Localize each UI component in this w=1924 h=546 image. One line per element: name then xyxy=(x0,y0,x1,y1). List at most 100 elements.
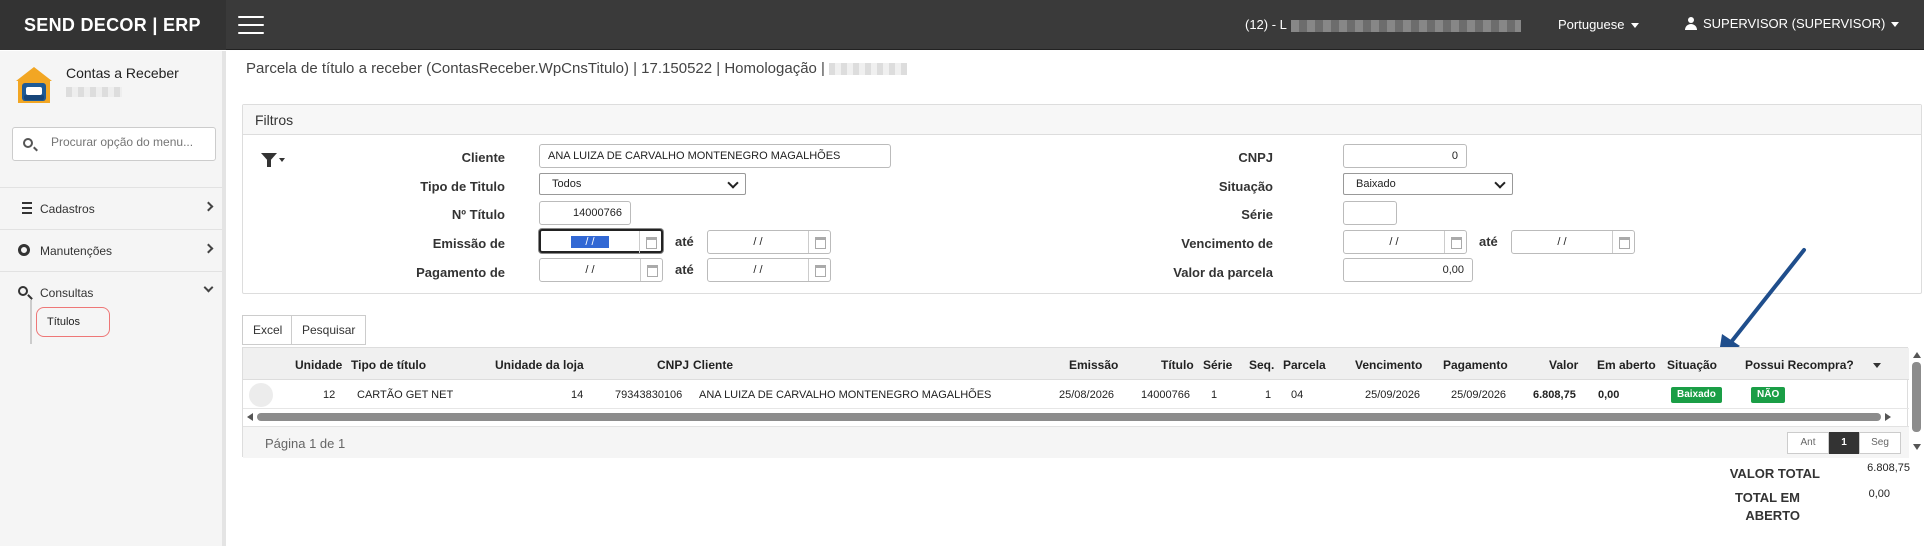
col-emissao[interactable]: Emissão xyxy=(1069,358,1118,372)
col-unidade-loja[interactable]: Unidade da loja xyxy=(495,358,584,372)
brand-title[interactable]: SEND DECOR | ERP xyxy=(0,0,226,50)
vencimento-ate-field[interactable]: / / xyxy=(1511,230,1635,254)
situacao-label: Situação xyxy=(1218,179,1273,194)
vertical-scrollbar[interactable] xyxy=(1912,362,1921,432)
sidebar: Contas a Receber Cadastros Manutenções C… xyxy=(0,51,226,546)
valor-total-label: VALOR TOTAL xyxy=(1729,466,1820,481)
scroll-up-icon[interactable] xyxy=(1913,352,1921,358)
pager-page-button[interactable]: 1 xyxy=(1829,432,1859,454)
grid-header: Unidade Tipo de título Unidade da loja C… xyxy=(243,348,1909,380)
horizontal-scrollbar[interactable] xyxy=(257,413,1881,421)
sidebar-item-label: Consultas xyxy=(40,286,94,300)
pager-prev-button[interactable]: Ant xyxy=(1787,432,1829,454)
pagamento-ate-value: / / xyxy=(753,264,763,276)
list-icon xyxy=(18,202,32,214)
row-view-button[interactable] xyxy=(249,383,273,407)
excel-button[interactable]: Excel xyxy=(242,315,294,345)
calendar-icon[interactable] xyxy=(640,259,662,281)
cell-unidade: 12 xyxy=(323,389,336,401)
calendar-icon[interactable] xyxy=(808,231,830,253)
col-cnpj[interactable]: CNPJ xyxy=(657,358,689,372)
language-selector[interactable]: Portuguese xyxy=(1558,17,1639,32)
sidebar-item-label: Cadastros xyxy=(40,202,95,216)
numero-titulo-field[interactable]: 14000766 xyxy=(539,201,631,225)
col-serie[interactable]: Série xyxy=(1203,358,1232,372)
calendar-icon[interactable] xyxy=(1444,231,1466,253)
pagamento-ate-field[interactable]: / / xyxy=(707,258,831,282)
cliente-field[interactable]: ANA LUIZA DE CARVALHO MONTENEGRO MAGALHÕ… xyxy=(539,144,891,168)
pager-next-button[interactable]: Seg xyxy=(1859,432,1901,454)
menu-search-input[interactable] xyxy=(51,135,209,149)
calendar-icon[interactable] xyxy=(808,259,830,281)
sidebar-item-manutencoes[interactable]: Manutenções xyxy=(0,229,226,271)
col-valor[interactable]: Valor xyxy=(1549,358,1578,372)
cell-tipo: CARTÃO GET NET xyxy=(357,389,454,401)
sidebar-item-label: Manutenções xyxy=(40,244,113,258)
col-titulo[interactable]: Título xyxy=(1161,358,1194,372)
page-info: Página 1 de 1 xyxy=(265,436,346,451)
filters-title: Filtros xyxy=(243,105,1921,135)
emissao-ate-field[interactable]: / / xyxy=(707,230,831,254)
hamburger-icon[interactable] xyxy=(238,16,264,34)
cell-valor: 6.808,75 xyxy=(1533,389,1576,401)
magnifier-icon xyxy=(18,286,28,296)
col-parcela[interactable]: Parcela xyxy=(1283,358,1326,372)
valor-parcela-label: Valor da parcela xyxy=(1173,265,1273,280)
cnpj-label: CNPJ xyxy=(1238,150,1273,165)
status-badge: Baixado xyxy=(1671,387,1722,403)
col-possui-recompra[interactable]: Possui Recompra? xyxy=(1745,358,1854,372)
cell-seq: 1 xyxy=(1265,389,1272,401)
cnpj-field[interactable]: 0 xyxy=(1343,144,1467,168)
emissao-de-field[interactable]: / / xyxy=(539,229,663,253)
search-button[interactable]: Pesquisar xyxy=(291,315,367,345)
col-situacao[interactable]: Situação xyxy=(1667,358,1717,372)
company-selector[interactable]: (12) - L xyxy=(1245,17,1521,32)
col-vencimento[interactable]: Vencimento xyxy=(1355,358,1422,372)
total-aberto-label-line1: TOTAL EM xyxy=(1735,490,1800,505)
col-seq[interactable]: Seq. xyxy=(1249,358,1274,372)
scroll-down-icon[interactable] xyxy=(1913,444,1921,450)
valor-parcela-field[interactable]: 0,00 xyxy=(1343,258,1473,282)
sidebar-item-consultas[interactable]: Consultas xyxy=(0,271,226,313)
col-pagamento[interactable]: Pagamento xyxy=(1443,358,1508,372)
sidebar-scrollbar[interactable] xyxy=(222,51,226,546)
cell-serie: 1 xyxy=(1211,389,1218,401)
cell-cnpj: 79343830106 xyxy=(615,389,683,401)
search-icon xyxy=(23,138,33,148)
emissao-ate-label: até xyxy=(675,234,694,249)
cell-pagamento: 25/09/2026 xyxy=(1451,389,1507,401)
col-cliente[interactable]: Cliente xyxy=(693,358,733,372)
menu-search[interactable] xyxy=(12,127,216,161)
module-subtitle-redacted xyxy=(66,87,122,97)
cell-emissao: 25/08/2026 xyxy=(1059,389,1115,401)
serie-field[interactable] xyxy=(1343,201,1397,225)
sidebar-item-cadastros[interactable]: Cadastros xyxy=(0,187,226,229)
cell-unidade-loja: 14 xyxy=(571,389,584,401)
sort-caret-icon[interactable] xyxy=(1873,363,1881,368)
filter-icon[interactable] xyxy=(261,153,287,169)
emissao-label: Emissão de xyxy=(432,236,505,251)
tipo-titulo-select[interactable]: Todos xyxy=(539,173,746,195)
col-unidade[interactable]: Unidade xyxy=(295,358,342,372)
situacao-select[interactable]: Baixado xyxy=(1343,173,1513,195)
scroll-left-icon[interactable] xyxy=(247,413,253,421)
module-title: Contas a Receber xyxy=(66,65,179,81)
table-row[interactable]: 12 CARTÃO GET NET 14 79343830106 ANA LUI… xyxy=(243,381,1909,409)
sidebar-subitem-titulos[interactable]: Títulos xyxy=(36,307,110,337)
vencimento-label: Vencimento de xyxy=(1181,236,1273,251)
vencimento-de-field[interactable]: / / xyxy=(1343,230,1467,254)
calendar-icon[interactable] xyxy=(1612,231,1634,253)
user-menu[interactable]: SUPERVISOR (SUPERVISOR) xyxy=(1685,16,1900,31)
pagamento-de-field[interactable]: / / xyxy=(539,258,663,282)
cell-cliente: ANA LUIZA DE CARVALHO MONTENEGRO MAGALHÕ… xyxy=(699,389,992,401)
chevron-down-icon xyxy=(203,282,214,293)
pagamento-de-value: / / xyxy=(585,264,595,276)
serie-label: Série xyxy=(1241,207,1273,222)
calendar-icon[interactable] xyxy=(639,231,661,253)
top-bar: SEND DECOR | ERP (12) - L Portuguese SUP… xyxy=(0,0,1924,50)
scroll-right-icon[interactable] xyxy=(1885,413,1891,421)
vencimento-de-value: / / xyxy=(1389,236,1399,248)
col-tipo-titulo[interactable]: Tipo de título xyxy=(351,358,426,372)
chevron-right-icon xyxy=(203,243,214,254)
col-em-aberto[interactable]: Em aberto xyxy=(1597,358,1656,372)
